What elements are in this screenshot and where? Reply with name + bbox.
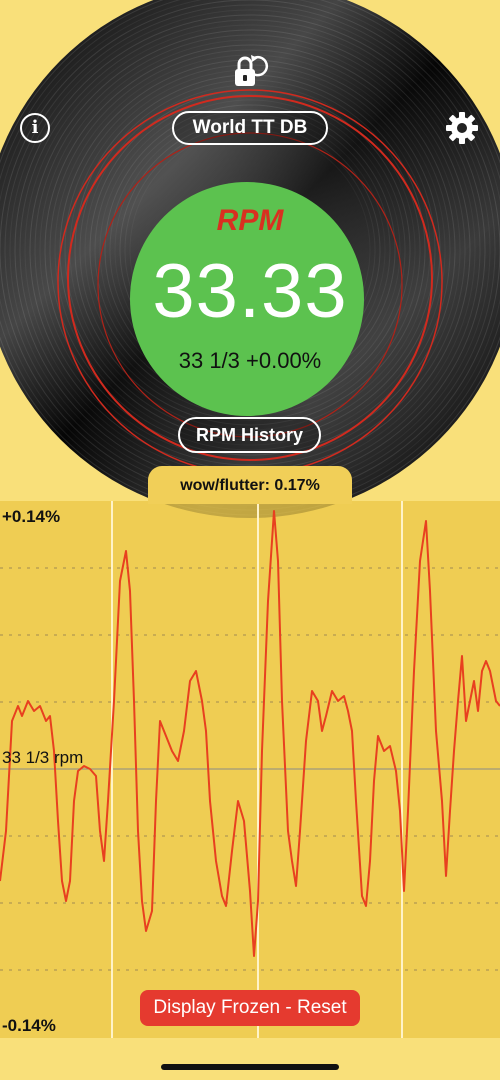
info-icon[interactable]: i xyxy=(20,113,50,143)
wow-flutter-graph[interactable] xyxy=(0,501,500,1038)
home-indicator xyxy=(161,1064,339,1070)
graph-gridlines xyxy=(0,501,500,1038)
lock-rotate-icon[interactable] xyxy=(230,52,270,92)
graph-top-label: +0.14% xyxy=(2,507,61,526)
gear-icon[interactable] xyxy=(444,110,480,146)
rpm-history-button[interactable]: RPM History xyxy=(178,417,321,453)
display-frozen-reset-button[interactable]: Display Frozen - Reset xyxy=(140,990,360,1026)
rpm-label: RPM xyxy=(216,204,284,237)
wow-flutter-value: 0.17% xyxy=(274,477,320,494)
wow-flutter-tab: wow/flutter: 0.17% xyxy=(148,466,352,504)
wow-flutter-label: wow/flutter: xyxy=(180,477,270,494)
graph-bottom-label: -0.14% xyxy=(2,1016,56,1035)
world-tt-db-button[interactable]: World TT DB xyxy=(172,111,328,145)
speed-offset: 33 1/3 +0.00% xyxy=(178,348,322,373)
flutter-trace xyxy=(0,510,500,957)
graph-center-label: 33 1/3 rpm xyxy=(2,748,84,767)
rpm-value: 33.33 xyxy=(152,249,348,334)
